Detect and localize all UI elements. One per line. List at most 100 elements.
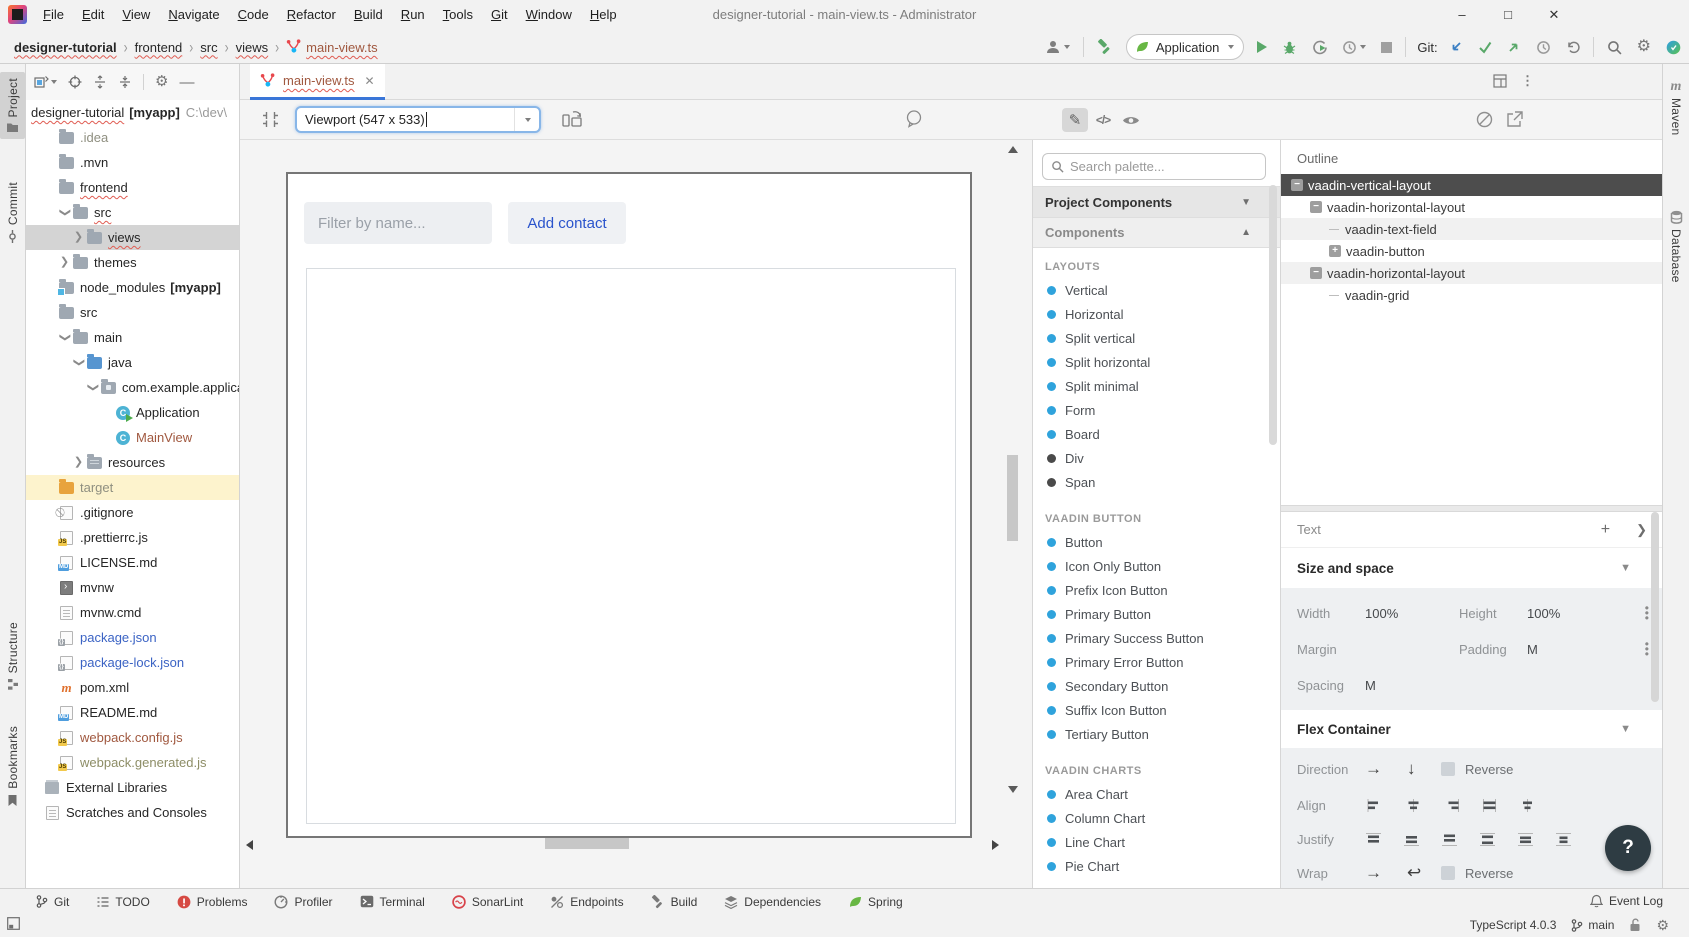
breadcrumb-views[interactable]: views xyxy=(234,39,271,56)
git-history-icon[interactable] xyxy=(1534,38,1553,57)
maximize-button[interactable]: □ xyxy=(1485,0,1531,30)
palette-item-line-chart[interactable]: Line Chart xyxy=(1033,830,1269,854)
chevron-collapsed-icon[interactable]: ❯ xyxy=(72,232,85,243)
collapse-node-icon[interactable]: − xyxy=(1310,267,1322,279)
tree-row-.gitignore[interactable]: .gitignore xyxy=(26,500,239,525)
expand-node-icon[interactable]: + xyxy=(1329,245,1341,257)
tree-row-.prettierrc.js[interactable]: JS.prettierrc.js xyxy=(26,525,239,550)
tree-row-src[interactable]: ❯src xyxy=(26,200,239,225)
justify-evenly-icon[interactable] xyxy=(1555,832,1572,847)
palette-item-horizontal[interactable]: Horizontal xyxy=(1033,302,1269,326)
tab-main-view[interactable]: main-view.ts ✕ xyxy=(250,64,385,100)
wrap-reverse-checkbox[interactable] xyxy=(1441,866,1455,880)
palette-item-secondary-button[interactable]: Secondary Button xyxy=(1033,674,1269,698)
palette-item-div[interactable]: Div xyxy=(1033,446,1269,470)
panel-divider[interactable] xyxy=(1281,505,1662,512)
disable-preview-icon[interactable] xyxy=(1476,111,1493,128)
menu-file[interactable]: File xyxy=(34,0,73,30)
locate-icon[interactable] xyxy=(68,75,82,89)
help-button[interactable]: ? xyxy=(1605,825,1651,871)
add-property-icon[interactable]: + xyxy=(1601,521,1610,539)
chevron-collapsed-icon[interactable]: ❯ xyxy=(58,257,71,268)
viewport-selector[interactable]: Viewport (547 x 533) xyxy=(295,106,541,133)
tool-window-problems[interactable]: Problems xyxy=(177,895,248,909)
justify-around-icon[interactable] xyxy=(1517,832,1534,847)
tab-close-icon[interactable]: ✕ xyxy=(365,74,375,88)
tool-window-build[interactable]: Build xyxy=(651,895,698,909)
tree-row-com.example.applica[interactable]: ❯com.example.applica xyxy=(26,375,239,400)
menu-tools[interactable]: Tools xyxy=(434,0,482,30)
collapse-node-icon[interactable]: − xyxy=(1310,201,1322,213)
outline-node-vaadin-vertical-layout[interactable]: −vaadin-vertical-layout xyxy=(1281,174,1662,196)
run-configuration-select[interactable]: Application xyxy=(1126,34,1245,60)
align-baseline-icon[interactable] xyxy=(1519,798,1536,813)
tree-row-application[interactable]: CApplication xyxy=(26,400,239,425)
chevron-expanded-icon[interactable]: ❯ xyxy=(59,206,70,219)
menu-navigate[interactable]: Navigate xyxy=(159,0,228,30)
palette-search-input[interactable] xyxy=(1070,159,1257,174)
tool-window-profiler[interactable]: Profiler xyxy=(274,895,332,909)
palette-item-span[interactable]: Span xyxy=(1033,470,1269,494)
run-button[interactable] xyxy=(1255,39,1269,55)
open-in-new-window-icon[interactable] xyxy=(1506,111,1523,128)
git-push-icon[interactable] xyxy=(1505,38,1523,56)
designer-canvas[interactable]: Add contact xyxy=(240,140,1032,888)
profiler-icon[interactable] xyxy=(1340,38,1368,57)
palette-item-primary-button[interactable]: Primary Button xyxy=(1033,602,1269,626)
breadcrumb-main-view.ts[interactable]: main-view.ts xyxy=(284,38,380,56)
row-menu-icon[interactable]: ••• xyxy=(1645,642,1649,657)
tree-row-mvnw.cmd[interactable]: mvnw.cmd xyxy=(26,600,239,625)
breadcrumb-designer-tutorial[interactable]: designer-tutorial xyxy=(12,39,119,56)
palette-item-split-horizontal[interactable]: Split horizontal xyxy=(1033,350,1269,374)
direction-reverse-checkbox[interactable] xyxy=(1441,762,1455,776)
minimize-button[interactable]: – xyxy=(1439,0,1485,30)
git-commit-icon[interactable] xyxy=(1476,38,1494,56)
collapse-node-icon[interactable]: − xyxy=(1291,179,1303,191)
align-center-icon[interactable] xyxy=(1405,798,1422,813)
tree-row-node-modules[interactable]: node_modules[myapp] xyxy=(26,275,239,300)
outline-node-vaadin-text-field[interactable]: vaadin-text-field xyxy=(1281,218,1662,240)
direction-row-icon[interactable]: → xyxy=(1365,759,1382,779)
tool-window-dependencies[interactable]: Dependencies xyxy=(724,895,821,909)
justify-start-icon[interactable] xyxy=(1365,832,1382,847)
chevron-expanded-icon[interactable]: ❯ xyxy=(87,381,98,394)
tool-strip-maven[interactable]: mMaven xyxy=(1663,74,1689,142)
editor-layout-icon[interactable] xyxy=(1493,74,1507,88)
tool-strip-commit[interactable]: Commit xyxy=(0,176,25,249)
ide-features-trainer-icon[interactable] xyxy=(1664,38,1683,57)
tree-row-.mvn[interactable]: .mvn xyxy=(26,150,239,175)
row-menu-icon[interactable]: ••• xyxy=(1645,606,1649,621)
menu-window[interactable]: Window xyxy=(517,0,581,30)
palette-scrollbar[interactable] xyxy=(1269,185,1277,445)
add-contact-button[interactable]: Add contact xyxy=(508,202,626,244)
tree-row-java[interactable]: ❯java xyxy=(26,350,239,375)
properties-scrollbar[interactable] xyxy=(1651,512,1659,702)
height-value[interactable]: 100% xyxy=(1527,606,1560,621)
tool-window-toggle-icon[interactable] xyxy=(7,917,20,930)
palette-item-primary-success-button[interactable]: Primary Success Button xyxy=(1033,626,1269,650)
palette-item-form[interactable]: Form xyxy=(1033,398,1269,422)
palette-item-area-chart[interactable]: Area Chart xyxy=(1033,782,1269,806)
select-opened-file-icon[interactable] xyxy=(34,75,57,89)
outline-node-vaadin-grid[interactable]: vaadin-grid xyxy=(1281,284,1662,306)
git-update-icon[interactable] xyxy=(1447,38,1465,56)
design-root-layout[interactable]: Add contact xyxy=(286,172,972,838)
wrap-reverse-icon[interactable]: ↩ xyxy=(1407,863,1421,883)
wrap-none-icon[interactable]: → xyxy=(1365,863,1382,883)
align-end-icon[interactable] xyxy=(1445,798,1462,813)
menu-refactor[interactable]: Refactor xyxy=(278,0,345,30)
event-log-gear-icon[interactable]: ⚙ xyxy=(1656,917,1669,933)
palette-item-split-vertical[interactable]: Split vertical xyxy=(1033,326,1269,350)
palette-item-suffix-icon-button[interactable]: Suffix Icon Button xyxy=(1033,698,1269,722)
chevron-expanded-icon[interactable]: ❯ xyxy=(59,331,70,344)
tree-row-mainview[interactable]: CMainView xyxy=(26,425,239,450)
spacing-value[interactable]: M xyxy=(1365,678,1376,693)
settings-gear-icon[interactable]: ⚙ xyxy=(1635,37,1653,57)
palette-item-primary-error-button[interactable]: Primary Error Button xyxy=(1033,650,1269,674)
unlock-icon[interactable] xyxy=(1629,918,1641,932)
status-git-branch[interactable]: main xyxy=(1571,918,1614,932)
palette-item-tertiary-button[interactable]: Tertiary Button xyxy=(1033,722,1269,746)
rotate-viewport-icon[interactable] xyxy=(562,110,582,128)
git-rollback-icon[interactable] xyxy=(1564,38,1582,56)
stop-button[interactable] xyxy=(1379,40,1394,55)
